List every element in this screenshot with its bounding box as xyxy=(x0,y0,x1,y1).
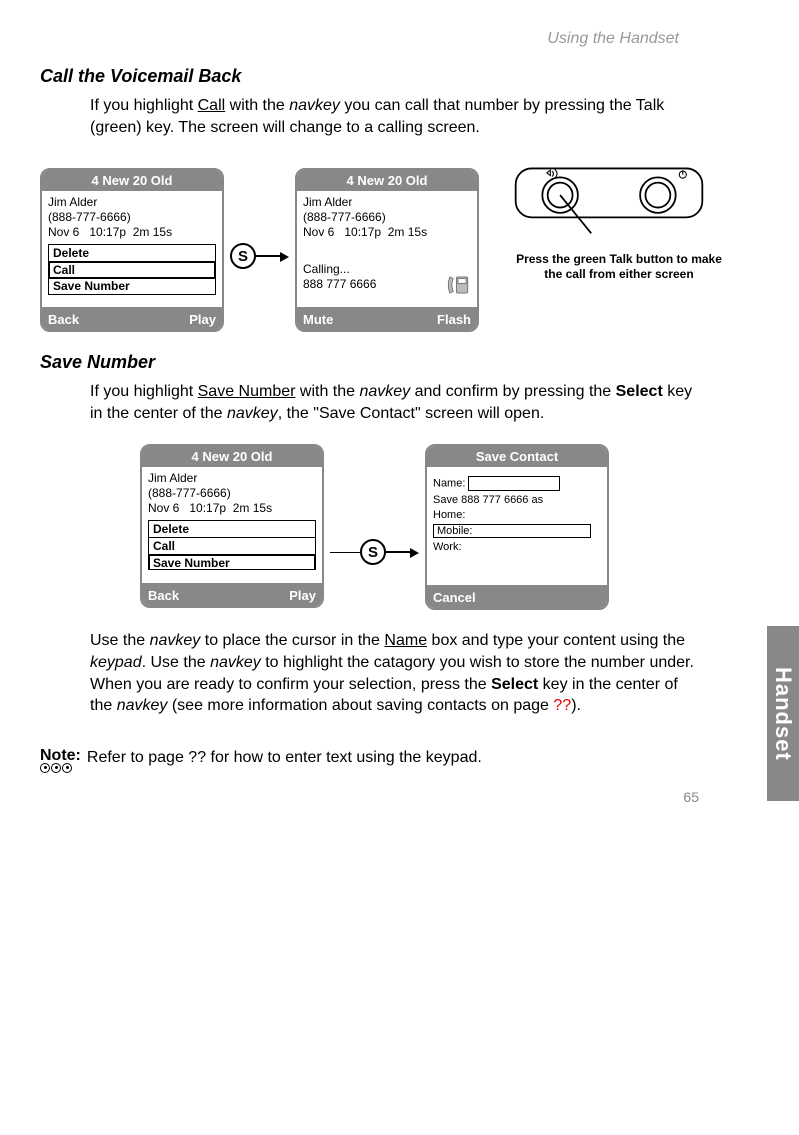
note-block: Note: Refer to page ?? for how to enter … xyxy=(40,747,759,775)
softkey-back[interactable]: Back xyxy=(142,585,232,606)
mobile-option[interactable]: Mobile: xyxy=(433,524,591,538)
para-save-instructions: Use the navkey to place the cursor in th… xyxy=(90,630,699,716)
note-text: Refer to page ?? for how to enter text u… xyxy=(87,747,482,767)
section-title-call-voicemail: Call the Voicemail Back xyxy=(40,66,759,87)
phone-handset-icon xyxy=(445,272,471,301)
text: with the xyxy=(225,97,289,114)
softkey-flash[interactable]: Flash xyxy=(387,309,477,330)
text: to place the cursor in the xyxy=(200,632,384,649)
menu-item-call[interactable]: Call xyxy=(48,261,216,279)
text: and confirm by pressing the xyxy=(410,383,615,400)
phone-screen-voicemail-menu-2: 4 New 20 Old Jim Alder (888-777-6666) No… xyxy=(140,444,324,608)
handset-illustration: Press the green Talk button to make the … xyxy=(509,164,729,282)
section-title-save-number: Save Number xyxy=(40,352,759,373)
select-arrow: S xyxy=(324,539,425,565)
phone-titlebar: 4 New 20 Old xyxy=(142,446,322,467)
text: If you highlight xyxy=(90,383,198,400)
text: ). xyxy=(571,697,581,714)
date: Nov 6 xyxy=(303,225,334,239)
name-input[interactable] xyxy=(468,476,560,491)
duration: 2m 15s xyxy=(233,501,272,515)
italic-navkey: navkey xyxy=(359,383,410,400)
italic-navkey: navkey xyxy=(117,697,168,714)
text: . Use the xyxy=(142,654,210,671)
options-menu: Delete Call Save Number xyxy=(148,520,316,570)
text: for how to enter text using the keypad. xyxy=(206,749,482,766)
underline-save-number: Save Number xyxy=(198,383,296,400)
call-datetime: Nov 6 10:17p 2m 15s xyxy=(48,225,216,240)
italic-keypad: keypad xyxy=(90,654,142,671)
para-save-number: If you highlight Save Number with the na… xyxy=(90,381,699,424)
para-call-voicemail: If you highlight Call with the navkey yo… xyxy=(90,95,699,138)
caller-number: (888-777-6666) xyxy=(303,210,471,225)
phone-titlebar: 4 New 20 Old xyxy=(297,170,477,191)
phone-screen-calling: 4 New 20 Old Jim Alder (888-777-6666) No… xyxy=(295,168,479,332)
figure-row-1: 4 New 20 Old Jim Alder (888-777-6666) No… xyxy=(40,168,759,332)
text: If you highlight xyxy=(90,97,198,114)
select-icon: S xyxy=(360,539,386,565)
figure-row-2: 4 New 20 Old Jim Alder (888-777-6666) No… xyxy=(140,444,759,610)
time: 10:17p xyxy=(344,225,381,239)
missing-ref: ?? xyxy=(553,697,571,714)
side-tab-handset: Handset xyxy=(767,626,799,801)
underline-name: Name xyxy=(384,632,427,649)
text: Use the xyxy=(90,632,150,649)
save-as-label: Save 888 777 6666 as xyxy=(433,494,601,506)
text: , the "Save Contact" screen will open. xyxy=(278,405,545,422)
select-arrow: S xyxy=(224,243,295,269)
softkey-back[interactable]: Back xyxy=(42,309,132,330)
softkey-mute[interactable]: Mute xyxy=(297,309,387,330)
text: Refer to page xyxy=(87,749,188,766)
softkey-play[interactable]: Play xyxy=(232,585,322,606)
text: (see more information about saving conta… xyxy=(167,697,553,714)
phone-titlebar: Save Contact xyxy=(427,446,607,467)
missing-ref: ?? xyxy=(188,749,206,766)
caller-name: Jim Alder xyxy=(48,195,216,210)
duration: 2m 15s xyxy=(133,225,172,239)
date: Nov 6 xyxy=(148,501,179,515)
select-icon: S xyxy=(230,243,256,269)
call-datetime: Nov 6 10:17p 2m 15s xyxy=(303,225,471,240)
phone-titlebar: 4 New 20 Old xyxy=(42,170,222,191)
home-label[interactable]: Home: xyxy=(433,509,601,521)
italic-navkey: navkey xyxy=(210,654,261,671)
menu-item-delete[interactable]: Delete xyxy=(49,245,215,262)
italic-navkey: navkey xyxy=(289,97,340,114)
options-menu: Delete Call Save Number xyxy=(48,244,216,295)
italic-navkey: navkey xyxy=(227,405,278,422)
illustration-caption: Press the green Talk button to make the … xyxy=(509,252,729,282)
caller-name: Jim Alder xyxy=(303,195,471,210)
phone-screen-voicemail-menu: 4 New 20 Old Jim Alder (888-777-6666) No… xyxy=(40,168,224,332)
work-label[interactable]: Work: xyxy=(433,541,601,553)
page-number: 65 xyxy=(40,789,699,805)
softkey-empty xyxy=(517,587,607,608)
caller-name: Jim Alder xyxy=(148,471,316,486)
caller-number: (888-777-6666) xyxy=(148,486,316,501)
duration: 2m 15s xyxy=(388,225,427,239)
call-datetime: Nov 6 10:17p 2m 15s xyxy=(148,501,316,516)
caller-number: (888-777-6666) xyxy=(48,210,216,225)
running-header: Using the Handset xyxy=(40,30,679,48)
menu-item-save-number[interactable]: Save Number xyxy=(148,554,316,570)
name-label: Name: xyxy=(433,478,465,490)
underline-call: Call xyxy=(198,97,226,114)
bold-select: Select xyxy=(616,383,663,400)
time: 10:17p xyxy=(189,501,226,515)
italic-navkey: navkey xyxy=(150,632,201,649)
date: Nov 6 xyxy=(48,225,79,239)
menu-item-delete[interactable]: Delete xyxy=(149,521,315,538)
text: box and type your content using the xyxy=(427,632,685,649)
time: 10:17p xyxy=(89,225,126,239)
softkey-play[interactable]: Play xyxy=(132,309,222,330)
menu-item-save-number[interactable]: Save Number xyxy=(49,278,215,294)
menu-item-call[interactable]: Call xyxy=(149,538,315,555)
text: with the xyxy=(295,383,359,400)
softkey-cancel[interactable]: Cancel xyxy=(427,587,517,608)
phone-screen-save-contact: Save Contact Name: Save 888 777 6666 as … xyxy=(425,444,609,610)
bold-select: Select xyxy=(491,676,538,693)
